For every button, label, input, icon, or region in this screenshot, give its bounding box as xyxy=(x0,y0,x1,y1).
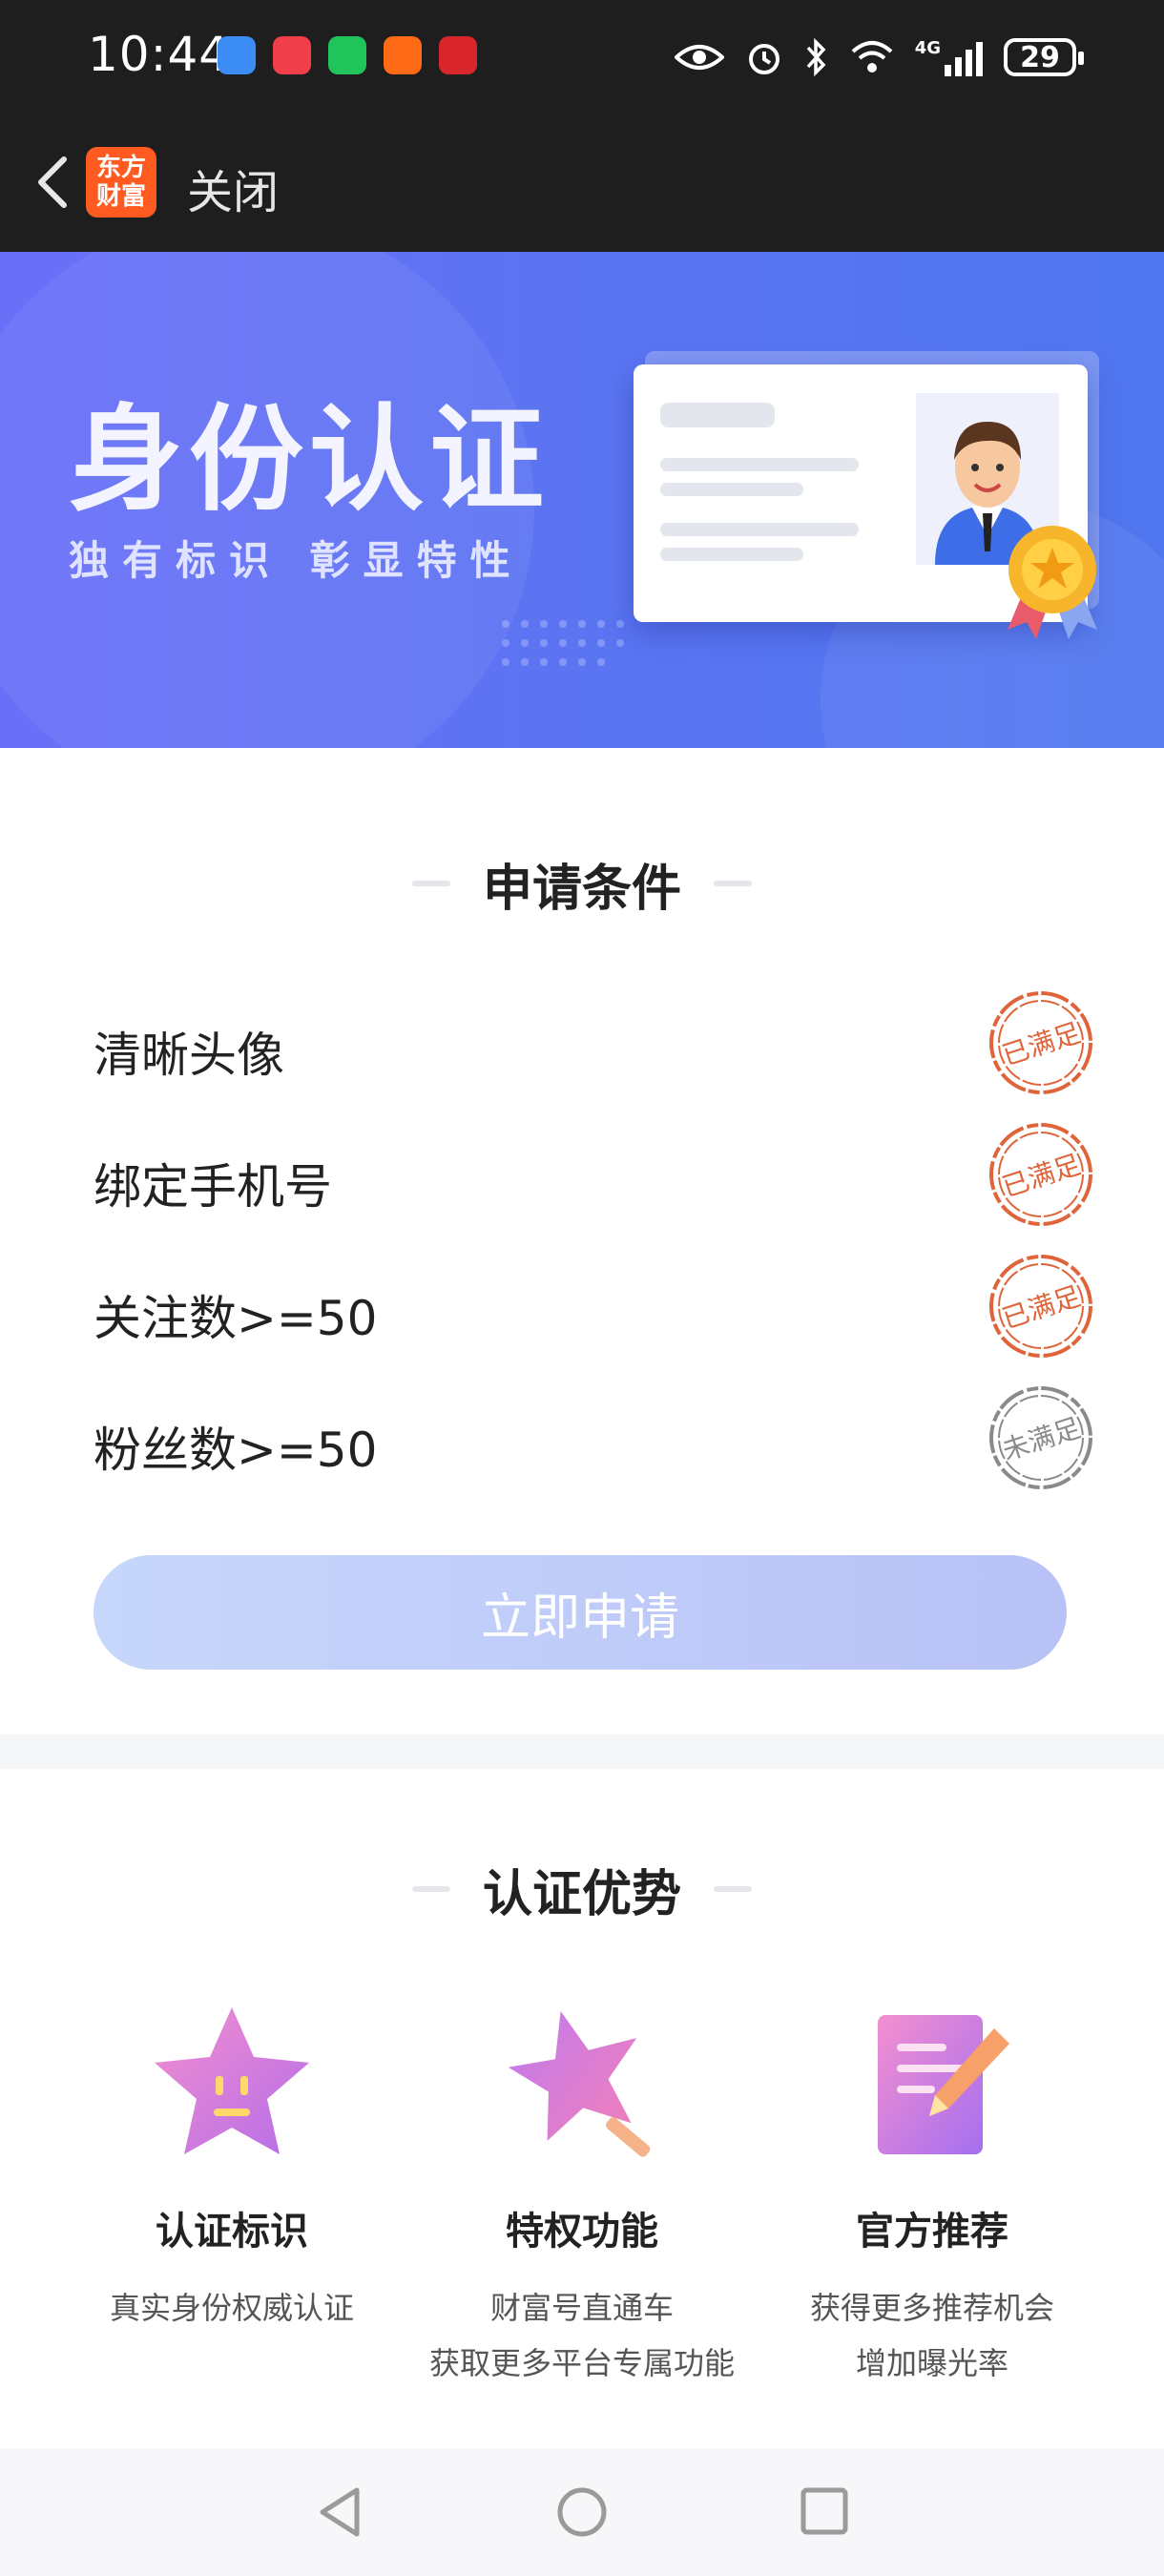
alarm-icon xyxy=(748,44,779,74)
advantages-header: 认证优势 xyxy=(0,1851,1164,1927)
stamp-text: 未满足 xyxy=(998,1412,1084,1466)
bluetooth-icon xyxy=(806,38,826,76)
advantage-desc-line: 真实身份权威认证 xyxy=(109,2290,354,2326)
network-type: 4G xyxy=(914,38,941,58)
nav-recents-square-icon[interactable] xyxy=(800,2486,849,2536)
advantage-desc-line: 获取更多平台专属功能 xyxy=(428,2345,735,2381)
conditions-title: 申请条件 xyxy=(482,860,681,918)
advantage-desc-line: 获得更多推荐机会 xyxy=(809,2290,1054,2326)
stamp-met-icon: 已满足 xyxy=(989,1123,1092,1226)
advantage-desc-line: 增加曝光率 xyxy=(855,2345,1008,2381)
app-logo: 东方财富 xyxy=(86,147,156,218)
dot-pattern-decor xyxy=(502,620,624,666)
eye-icon xyxy=(674,45,724,70)
back-button[interactable] xyxy=(19,149,86,216)
condition-label: 关注数>=50 xyxy=(94,1291,378,1346)
system-nav-bar xyxy=(0,2448,1164,2576)
condition-row: 关注数>=50 已满足 xyxy=(94,1252,1095,1366)
conditions-header: 申请条件 xyxy=(0,845,1164,922)
chevron-left-icon xyxy=(38,156,67,208)
advantages-title: 认证优势 xyxy=(482,1865,681,1923)
advantage-desc: 获得更多推荐机会 增加曝光率 xyxy=(758,2280,1107,2391)
advantage-title: 官方推荐 xyxy=(856,2210,1008,2254)
stamp-met-icon: 已满足 xyxy=(989,1255,1092,1358)
title-dash-right xyxy=(714,1886,752,1892)
stamp-text: 已满足 xyxy=(998,1149,1084,1203)
stamp-met-icon: 已满足 xyxy=(989,991,1092,1094)
wechat-icon xyxy=(328,36,366,74)
condition-row: 粉丝数>=50 未满足 xyxy=(94,1383,1095,1498)
clock-app-icon xyxy=(218,36,256,74)
advantage-item: 特权功能 财富号直通车 获取更多平台专属功能 xyxy=(407,1994,757,2391)
condition-label: 清晰头像 xyxy=(94,1028,284,1083)
star-badge-icon xyxy=(155,2007,309,2154)
advantage-desc: 真实身份权威认证 xyxy=(57,2280,406,2336)
stamp-text: 已满足 xyxy=(998,1017,1084,1071)
advantage-title: 特权功能 xyxy=(506,2210,658,2254)
nav-home-circle-icon[interactable] xyxy=(556,2486,608,2538)
cellular-signal-icon: 4G xyxy=(915,38,983,76)
condition-row: 清晰头像 已满足 xyxy=(94,988,1095,1103)
title-dash-left xyxy=(411,1886,450,1892)
title-dash-left xyxy=(411,881,450,886)
banner-title: 身份认证 xyxy=(69,394,550,527)
nav-back-triangle-icon[interactable] xyxy=(315,2484,363,2540)
title-dash-right xyxy=(714,881,752,886)
close-button[interactable]: 关闭 xyxy=(187,155,279,221)
battery-level: 29 xyxy=(1020,40,1060,74)
section-divider xyxy=(0,1735,1164,1769)
advantage-desc: 财富号直通车 获取更多平台专属功能 xyxy=(407,2280,757,2391)
banner-subtitle: 独有标识 彰显特性 xyxy=(69,537,524,584)
stamp-text: 已满足 xyxy=(998,1280,1084,1335)
top-nav-bar: 东方财富 关闭 xyxy=(0,114,1164,252)
condition-label: 粉丝数>=50 xyxy=(94,1423,378,1478)
identity-banner: 身份认证 独有标识 彰显特性 xyxy=(0,252,1164,748)
status-bar: 10:44 4G 29 xyxy=(0,0,1164,114)
wifi-icon xyxy=(851,41,893,73)
battery-indicator: 29 xyxy=(1004,38,1084,76)
advantage-item: 认证标识 真实身份权威认证 xyxy=(57,1994,406,2336)
send-app-icon xyxy=(384,36,422,74)
stamp-unmet-icon: 未满足 xyxy=(989,1386,1092,1489)
huawei-app-icon xyxy=(273,36,311,74)
status-time: 10:44 xyxy=(88,27,231,82)
document-pencil-icon xyxy=(878,2015,1009,2154)
condition-row: 绑定手机号 已满足 xyxy=(94,1120,1095,1235)
award-medal-icon xyxy=(1008,526,1097,639)
apply-now-button[interactable]: 立即申请 xyxy=(94,1555,1067,1670)
news-app-icon xyxy=(439,36,477,74)
advantage-desc-line: 财富号直通车 xyxy=(489,2290,674,2326)
magic-wand-star-icon xyxy=(508,2011,651,2157)
advantage-item: 官方推荐 获得更多推荐机会 增加曝光率 xyxy=(758,1994,1107,2391)
advantage-title: 认证标识 xyxy=(156,2210,308,2254)
condition-label: 绑定手机号 xyxy=(94,1159,332,1215)
status-icons: 4G 29 xyxy=(674,29,1084,86)
